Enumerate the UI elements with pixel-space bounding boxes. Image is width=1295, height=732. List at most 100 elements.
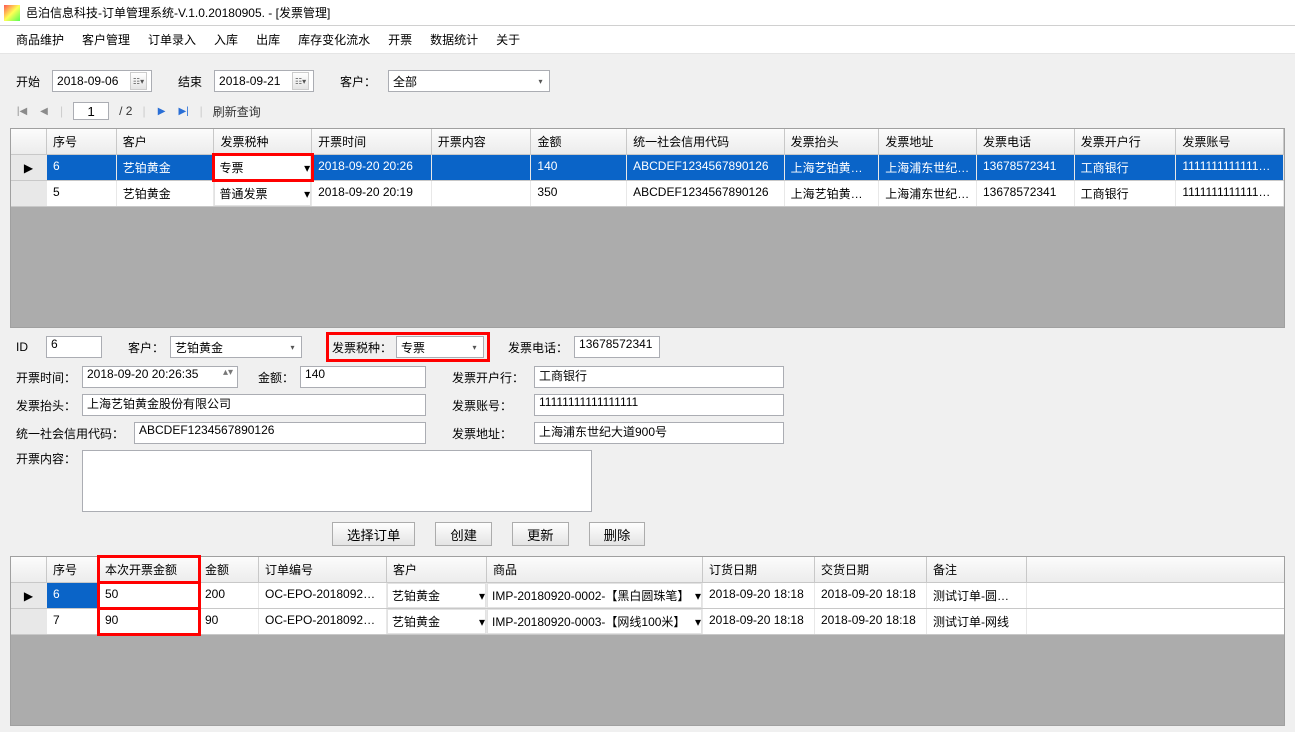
cust-combo[interactable]: 艺铂黄金 ▾ (170, 336, 302, 358)
table-row[interactable]: ▶ 6 艺铂黄金 专票 ▾ 2018-09-20 20:26 140 ABCDE… (11, 155, 1284, 181)
col-addr[interactable]: 发票地址 (879, 129, 977, 154)
menu-item-order-entry[interactable]: 订单录入 (148, 31, 196, 48)
cell-product[interactable]: IMP-20180920-0003-【网线100米】▾ (487, 609, 703, 634)
chevron-down-icon: ▾ (695, 589, 701, 603)
form-area: ID 6 客户： 艺铂黄金 ▾ 发票税种： 专票 ▾ 发票电话： 1367857… (16, 334, 1279, 546)
addr-field[interactable]: 上海浦东世纪大道900号 (534, 422, 784, 444)
menu-item-customer[interactable]: 客户管理 (82, 31, 130, 48)
col-this-amount[interactable]: 本次开票金额 (99, 557, 199, 582)
cell-addr: 上海浦东世纪… (879, 181, 977, 206)
cell-product[interactable]: IMP-20180920-0002-【黑白圆珠笔】▾ (487, 583, 703, 608)
stepper-icon[interactable]: ▴▾ (223, 367, 233, 387)
amount-label: 金额： (258, 369, 294, 386)
phone-field[interactable]: 13678572341 (574, 336, 660, 358)
page-prev-button[interactable]: ◀ (38, 105, 50, 117)
menubar: 商品维护 客户管理 订单录入 入库 出库 库存变化流水 开票 数据统计 关于 (0, 26, 1295, 54)
menu-item-product[interactable]: 商品维护 (16, 31, 64, 48)
select-order-button[interactable]: 选择订单 (332, 522, 415, 546)
page-input[interactable] (73, 102, 109, 120)
col-tax-type[interactable]: 发票税种 (214, 129, 312, 154)
cell-tax-type[interactable]: 普通发票 ▾ (214, 181, 312, 206)
rowhead-corner (11, 557, 47, 582)
id-label: ID (16, 340, 40, 354)
cell-phone: 13678572341 (977, 181, 1075, 206)
amount-field[interactable]: 140 (300, 366, 426, 388)
menu-item-stats[interactable]: 数据统计 (430, 31, 478, 48)
time-label: 开票时间： (16, 369, 76, 386)
cell-tax-type[interactable]: 专票 ▾ (214, 155, 312, 180)
update-button[interactable]: 更新 (512, 522, 569, 546)
col-memo[interactable]: 备注 (927, 557, 1027, 582)
col-customer[interactable]: 客户 (387, 557, 487, 582)
row-indicator-icon: ▶ (11, 155, 47, 180)
col-product[interactable]: 商品 (487, 557, 703, 582)
pager: |◀ ◀ | / 2 | ▶ ▶| | 刷新查询 (16, 102, 1279, 120)
cust-label: 客户： (128, 339, 164, 356)
cell-amount: 350 (531, 181, 627, 206)
col-invoice-time[interactable]: 开票时间 (312, 129, 432, 154)
col-order-no[interactable]: 订单编号 (259, 557, 387, 582)
customer-filter-combo[interactable]: 全部 ▾ (388, 70, 550, 92)
col-amount[interactable]: 金额 (199, 557, 259, 582)
title-label: 发票抬头： (16, 397, 76, 414)
start-date-input[interactable]: 2018-09-06 ☷▾ (52, 70, 152, 92)
cell-customer[interactable]: 艺铂黄金▾ (387, 609, 487, 634)
window-title: 邑泊信息科技-订单管理系统-V.1.0.20180905. - [发票管理] (26, 4, 330, 21)
chevron-down-icon: ▾ (304, 187, 310, 201)
table-row[interactable]: ▶650200OC-EPO-20180920-0002艺铂黄金▾IMP-2018… (11, 583, 1284, 609)
content-field[interactable] (82, 450, 592, 512)
col-content[interactable]: 开票内容 (432, 129, 532, 154)
col-order-date[interactable]: 订货日期 (703, 557, 815, 582)
col-seq[interactable]: 序号 (47, 557, 99, 582)
page-first-button[interactable]: |◀ (16, 105, 28, 117)
col-title[interactable]: 发票抬头 (785, 129, 880, 154)
col-customer[interactable]: 客户 (117, 129, 215, 154)
col-code[interactable]: 统一社会信用代码 (627, 129, 784, 154)
page-next-button[interactable]: ▶ (156, 105, 168, 117)
refresh-button[interactable]: 刷新查询 (213, 103, 261, 120)
cell-order-no: OC-EPO-20180920-0002 (259, 583, 387, 608)
time-field[interactable]: 2018-09-20 20:26:35 ▴▾ (82, 366, 238, 388)
calendar-icon[interactable]: ☷▾ (292, 72, 309, 90)
chevron-down-icon: ▾ (284, 343, 301, 352)
table-row[interactable]: 79090OC-EPO-20180920-0003艺铂黄金▾IMP-201809… (11, 609, 1284, 635)
calendar-icon[interactable]: ☷▾ (130, 72, 147, 90)
menu-item-about[interactable]: 关于 (496, 31, 520, 48)
cell-addr: 上海浦东世纪… (879, 155, 977, 180)
end-date-input[interactable]: 2018-09-21 ☷▾ (214, 70, 314, 92)
title-field[interactable]: 上海艺铂黄金股份有限公司 (82, 394, 426, 416)
cell-customer[interactable]: 艺铂黄金▾ (387, 583, 487, 608)
create-button[interactable]: 创建 (435, 522, 492, 546)
chevron-down-icon: ▾ (532, 77, 549, 86)
cell-bank: 工商银行 (1075, 181, 1177, 206)
menu-item-invoice[interactable]: 开票 (388, 31, 412, 48)
tax-combo[interactable]: 专票 ▾ (396, 336, 484, 358)
cell-order-no: OC-EPO-20180920-0003 (259, 609, 387, 634)
code-field[interactable]: ABCDEF1234567890126 (134, 422, 426, 444)
row-indicator (11, 609, 47, 634)
acct-field[interactable]: 11111111111111111 (534, 394, 784, 416)
table-row[interactable]: 5 艺铂黄金 普通发票 ▾ 2018-09-20 20:19 350 ABCDE… (11, 181, 1284, 207)
col-acct[interactable]: 发票账号 (1176, 129, 1284, 154)
tax-label: 发票税种： (332, 339, 392, 356)
menu-item-out[interactable]: 出库 (256, 31, 280, 48)
col-bank[interactable]: 发票开户行 (1075, 129, 1177, 154)
col-amount[interactable]: 金额 (531, 129, 627, 154)
grid-empty-area (11, 635, 1284, 725)
addr-label: 发票地址： (452, 425, 528, 442)
col-seq[interactable]: 序号 (47, 129, 117, 154)
page-last-button[interactable]: ▶| (178, 105, 190, 117)
cell-seq: 7 (47, 609, 99, 634)
col-deliver-date[interactable]: 交货日期 (815, 557, 927, 582)
cell-time: 2018-09-20 20:26 (312, 155, 432, 180)
chevron-down-icon: ▾ (479, 615, 485, 629)
chevron-down-icon: ▾ (304, 161, 310, 175)
cell-content (432, 181, 532, 206)
menu-item-in[interactable]: 入库 (214, 31, 238, 48)
menu-item-stock-flow[interactable]: 库存变化流水 (298, 31, 370, 48)
delete-button[interactable]: 删除 (589, 522, 646, 546)
bank-field[interactable]: 工商银行 (534, 366, 784, 388)
cell-customer: 艺铂黄金 (117, 181, 215, 206)
id-field[interactable]: 6 (46, 336, 102, 358)
col-phone[interactable]: 发票电话 (977, 129, 1075, 154)
